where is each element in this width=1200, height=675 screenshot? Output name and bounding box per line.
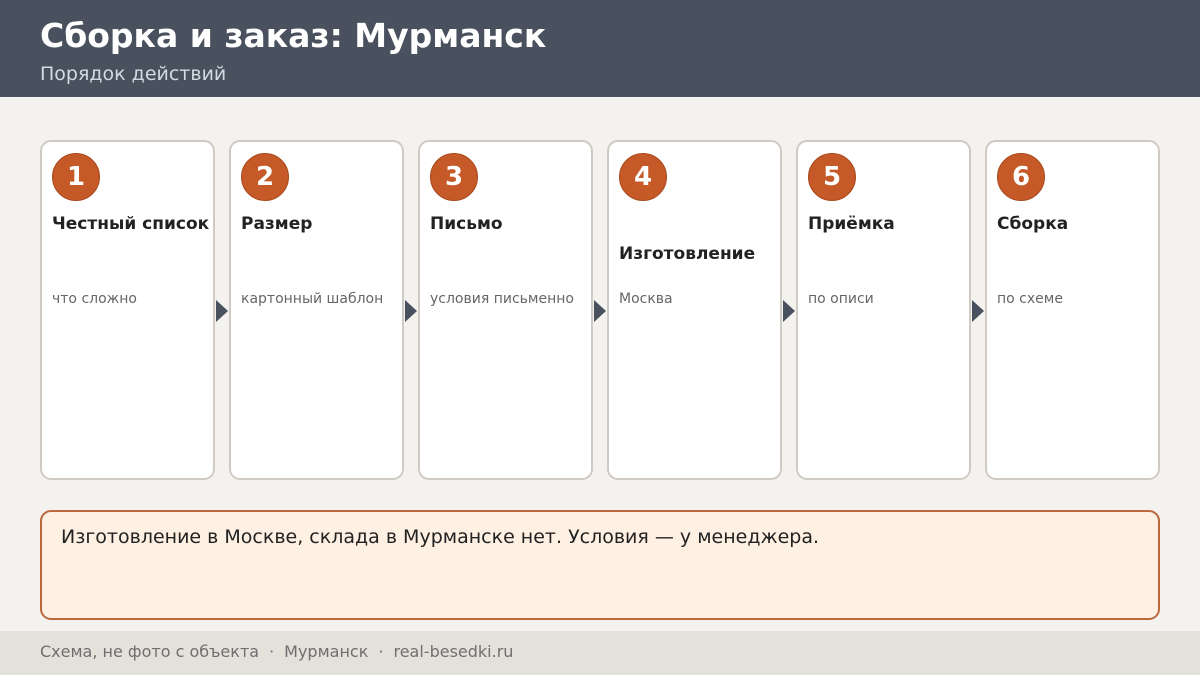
step-number-badge: 4 bbox=[619, 153, 667, 201]
header: Сборка и заказ: Мурманск Порядок действи… bbox=[0, 0, 1200, 97]
step-title: Письмо bbox=[430, 214, 503, 234]
step-title: Размер bbox=[241, 214, 313, 234]
step-card-4: 4 Изготовление Москва bbox=[607, 140, 782, 480]
footer-site: real-besedki.ru bbox=[393, 642, 514, 661]
step-number-badge: 1 bbox=[52, 153, 100, 201]
step-title: Приёмка bbox=[808, 214, 895, 234]
step-number-badge: 6 bbox=[997, 153, 1045, 201]
step-description: картонный шаблон bbox=[241, 291, 384, 307]
step-description: по описи bbox=[808, 291, 874, 307]
step-description: что сложно bbox=[52, 291, 137, 307]
step-card-1: 1 Честный список что сложно bbox=[40, 140, 215, 480]
step-card-5: 5 Приёмка по описи bbox=[796, 140, 971, 480]
arrow-right-icon bbox=[783, 300, 795, 322]
page-title: Сборка и заказ: Мурманск bbox=[40, 16, 547, 55]
footer-caption: Схема, не фото с объекта bbox=[40, 642, 260, 661]
step-number-badge: 2 bbox=[241, 153, 289, 201]
arrow-right-icon bbox=[594, 300, 606, 322]
info-note: Изготовление в Москве, склада в Мурманск… bbox=[40, 510, 1160, 620]
footer: Схема, не фото с объекта · Мурманск · real-b… bbox=[0, 631, 1200, 675]
footer-separator: · bbox=[269, 642, 275, 661]
steps-flow: 1 Честный список что сложно 2 Размер кар… bbox=[40, 140, 1160, 480]
step-description: Москва bbox=[619, 291, 673, 307]
footer-separator: · bbox=[378, 642, 384, 661]
arrow-right-icon bbox=[216, 300, 228, 322]
step-card-3: 3 Письмо условия письменно bbox=[418, 140, 593, 480]
step-title: Сборка bbox=[997, 214, 1069, 234]
arrow-right-icon bbox=[405, 300, 417, 322]
step-title: Изготовление bbox=[619, 244, 756, 264]
page-subtitle: Порядок действий bbox=[40, 63, 227, 85]
step-card-6: 6 Сборка по схеме bbox=[985, 140, 1160, 480]
step-number-badge: 3 bbox=[430, 153, 478, 201]
step-description: по схеме bbox=[997, 291, 1063, 307]
step-number-badge: 5 bbox=[808, 153, 856, 201]
step-description: условия письменно bbox=[430, 291, 574, 307]
arrow-right-icon bbox=[972, 300, 984, 322]
note-text: Изготовление в Москве, склада в Мурманск… bbox=[61, 526, 820, 548]
step-card-2: 2 Размер картонный шаблон bbox=[229, 140, 404, 480]
step-title: Честный список bbox=[52, 214, 210, 234]
footer-city: Мурманск bbox=[284, 642, 369, 661]
